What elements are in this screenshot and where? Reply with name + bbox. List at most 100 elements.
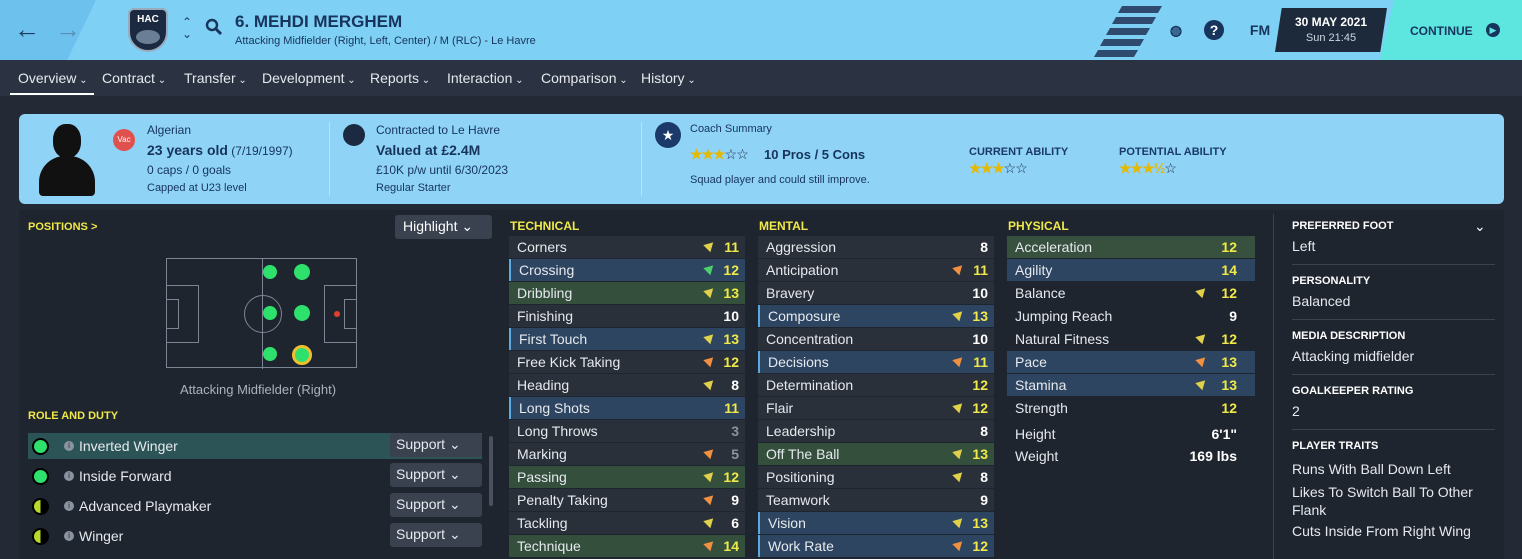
- attr-row[interactable]: Positioning 8: [758, 466, 994, 488]
- fm-menu-icon[interactable]: FM: [1248, 18, 1272, 42]
- ca-star-rating: ★★★☆☆: [969, 160, 1028, 176]
- role-scrollbar[interactable]: [489, 436, 493, 506]
- attr-value: 13: [723, 285, 739, 301]
- attr-row[interactable]: Decisions 11: [758, 351, 994, 373]
- attr-row[interactable]: Teamwork 9: [758, 489, 994, 511]
- continue-button[interactable]: CONTINUE ▶: [1380, 0, 1522, 60]
- attr-row[interactable]: Corners 11: [509, 236, 745, 258]
- tab-overview[interactable]: Overview: [18, 70, 88, 86]
- attr-row[interactable]: First Touch 13: [509, 328, 745, 350]
- tab-reports[interactable]: Reports: [370, 70, 430, 86]
- duty-label: Support: [396, 526, 446, 542]
- attr-name: Long Throws: [517, 423, 598, 439]
- date-display[interactable]: 30 MAY 2021 Sun 21:45: [1275, 8, 1387, 52]
- attr-name: Technique: [517, 538, 581, 554]
- duty-dropdown[interactable]: Support ⌄: [390, 433, 482, 457]
- tab-transfer[interactable]: Transfer: [184, 70, 247, 86]
- attr-row[interactable]: Crossing 12: [509, 259, 745, 281]
- attr-row[interactable]: Dribbling 13: [509, 282, 745, 304]
- attr-row[interactable]: Pace 13: [1007, 351, 1255, 373]
- info-icon[interactable]: i: [64, 441, 74, 451]
- tab-contract[interactable]: Contract: [102, 70, 166, 86]
- attr-row[interactable]: Concentration 10: [758, 328, 994, 350]
- attr-name: First Touch: [519, 331, 588, 347]
- tab-comparison[interactable]: Comparison: [541, 70, 628, 86]
- attr-row[interactable]: Strength 12: [1007, 397, 1255, 419]
- attr-row[interactable]: Penalty Taking 9: [509, 489, 745, 511]
- attr-row[interactable]: Vision 13: [758, 512, 994, 534]
- attr-row[interactable]: Technique 14: [509, 535, 745, 557]
- attr-value: 11: [724, 239, 739, 255]
- positions-header[interactable]: POSITIONS >: [28, 221, 97, 233]
- attr-row[interactable]: Long Shots 11: [509, 397, 745, 419]
- attr-row[interactable]: Anticipation 11: [758, 259, 994, 281]
- header-stripe: [1093, 50, 1139, 57]
- attr-row[interactable]: Flair 12: [758, 397, 994, 419]
- attr-row[interactable]: Bravery 10: [758, 282, 994, 304]
- date-text: 30 MAY 2021: [1294, 15, 1368, 29]
- attr-value: 12: [723, 469, 739, 485]
- duty-dropdown[interactable]: Support ⌄: [390, 523, 482, 547]
- role-row[interactable]: i Advanced Playmaker Support ⌄: [28, 493, 482, 519]
- info-icon[interactable]: i: [64, 471, 74, 481]
- attr-row[interactable]: Off The Ball 13: [758, 443, 994, 465]
- position-dot: [263, 265, 277, 279]
- role-rating-dot: [32, 468, 49, 485]
- player-name: 6. MEHDI MERGHEM: [235, 12, 403, 31]
- club-icon: [343, 124, 365, 146]
- attr-row[interactable]: Long Throws 3: [509, 420, 745, 442]
- pa-label: POTENTIAL ABILITY: [1119, 146, 1227, 158]
- back-arrow-icon[interactable]: ←: [14, 16, 40, 42]
- goalkeeper-rating-label: GOALKEEPER RATING: [1292, 385, 1414, 397]
- role-row[interactable]: i Inside Forward Support ⌄: [28, 463, 482, 489]
- attr-row[interactable]: Jumping Reach 9: [1007, 305, 1255, 327]
- attr-row[interactable]: Work Rate 12: [758, 535, 994, 557]
- info-icon[interactable]: i: [64, 531, 74, 541]
- role-row[interactable]: i Winger Support ⌄: [28, 523, 482, 549]
- attr-row[interactable]: Aggression 8: [758, 236, 994, 258]
- attr-row[interactable]: Agility 14: [1007, 259, 1255, 281]
- role-row[interactable]: i Inverted Winger Support ⌄: [28, 433, 482, 459]
- weight-value: 169 lbs: [1189, 448, 1237, 464]
- attr-name: Heading: [517, 377, 570, 393]
- attr-row[interactable]: Tackling 6: [509, 512, 745, 534]
- player-cycle-arrows-icon[interactable]: ⌃ ⌄: [182, 16, 192, 40]
- attr-row[interactable]: Heading 8: [509, 374, 745, 396]
- forward-arrow-icon[interactable]: →: [55, 16, 81, 42]
- chevron-down-icon[interactable]: ⌄: [1474, 218, 1486, 235]
- attr-row[interactable]: Composure 13: [758, 305, 994, 327]
- position-dot: [294, 305, 310, 321]
- attr-row[interactable]: Leadership 8: [758, 420, 994, 442]
- attr-row[interactable]: Passing 12: [509, 466, 745, 488]
- vacation-badge: Vac: [113, 129, 135, 151]
- tab-interaction[interactable]: Interaction: [447, 70, 524, 86]
- tab-development[interactable]: Development: [262, 70, 356, 86]
- attr-row[interactable]: Balance 12: [1007, 282, 1255, 304]
- attr-row[interactable]: Free Kick Taking 12: [509, 351, 745, 373]
- attr-row[interactable]: Marking 5: [509, 443, 745, 465]
- attr-row[interactable]: Acceleration 12: [1007, 236, 1255, 258]
- highlight-dropdown[interactable]: Highlight ⌄: [395, 215, 492, 239]
- title-bar: ← → HAC ⌃ ⌄ 6. MEHDI MERGHEM Attacking Mi…: [0, 0, 1522, 60]
- attr-row[interactable]: Finishing 10: [509, 305, 745, 327]
- trend-arrow-icon: [952, 537, 966, 552]
- wage: £10K p/w until 6/30/2023: [376, 163, 509, 177]
- trend-arrow-icon: [952, 261, 966, 276]
- duty-dropdown[interactable]: Support ⌄: [390, 493, 482, 517]
- trend-arrow-icon: [952, 468, 966, 483]
- search-icon[interactable]: [205, 18, 223, 36]
- attr-row[interactable]: Determination 12: [758, 374, 994, 396]
- attr-row[interactable]: Natural Fitness 12: [1007, 328, 1255, 350]
- attr-name: Passing: [517, 469, 567, 485]
- info-icon[interactable]: i: [64, 501, 74, 511]
- coach-summary-label[interactable]: Coach Summary: [690, 123, 772, 135]
- tab-history[interactable]: History: [641, 70, 696, 86]
- attr-value: 8: [980, 239, 988, 255]
- position-label: Attacking Midfielder (Right): [180, 382, 337, 397]
- duty-dropdown[interactable]: Support ⌄: [390, 463, 482, 487]
- attr-row[interactable]: Stamina 13: [1007, 374, 1255, 396]
- trend-arrow-icon: [703, 376, 717, 391]
- role-rating-dot: [32, 528, 49, 545]
- help-icon[interactable]: ?: [1204, 20, 1224, 40]
- globe-icon[interactable]: ◍: [1164, 18, 1188, 42]
